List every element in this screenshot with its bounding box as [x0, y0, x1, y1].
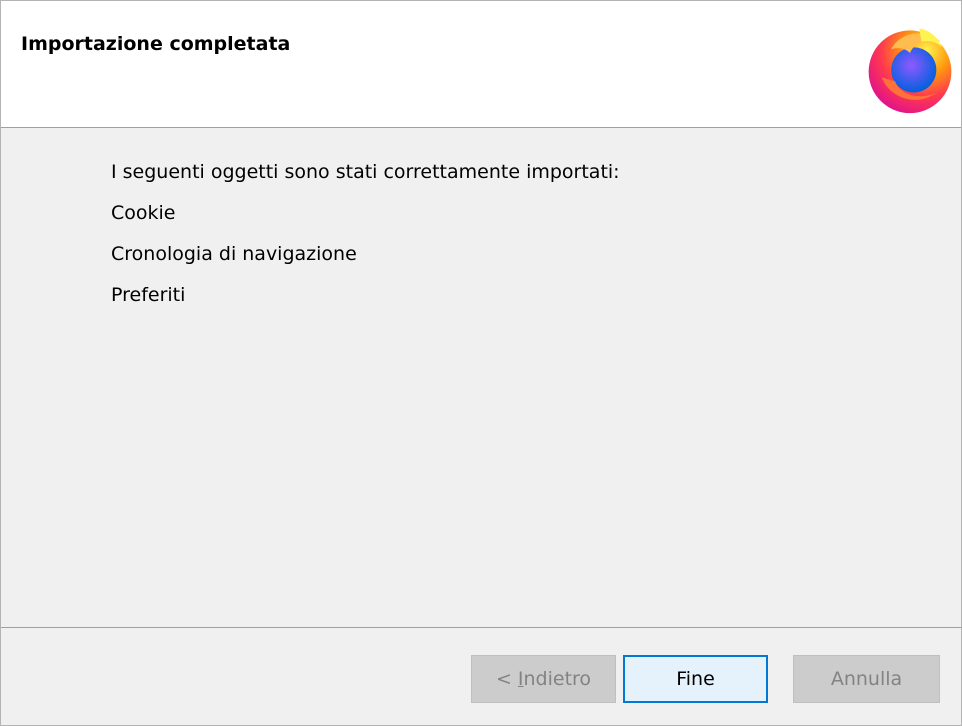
- import-wizard-window: Importazione completata I seguenti ogget…: [0, 0, 962, 726]
- import-summary: I seguenti oggetti sono stati correttame…: [111, 157, 620, 321]
- footer-divider: [1, 627, 961, 628]
- back-button[interactable]: < Indietro: [471, 655, 616, 703]
- back-button-prefix: <: [495, 668, 518, 690]
- cancel-button[interactable]: Annulla: [793, 655, 940, 703]
- list-item: Cookie: [111, 202, 176, 224]
- list-item: Preferiti: [111, 284, 186, 306]
- wizard-header: Importazione completata: [1, 1, 961, 128]
- page-title: Importazione completata: [21, 33, 291, 55]
- list-item: Cronologia di navigazione: [111, 243, 357, 265]
- finish-button[interactable]: Fine: [623, 655, 768, 703]
- firefox-logo-icon: [868, 28, 952, 114]
- intro-text: I seguenti oggetti sono stati correttame…: [111, 161, 620, 183]
- back-button-label: ndietro: [523, 668, 592, 690]
